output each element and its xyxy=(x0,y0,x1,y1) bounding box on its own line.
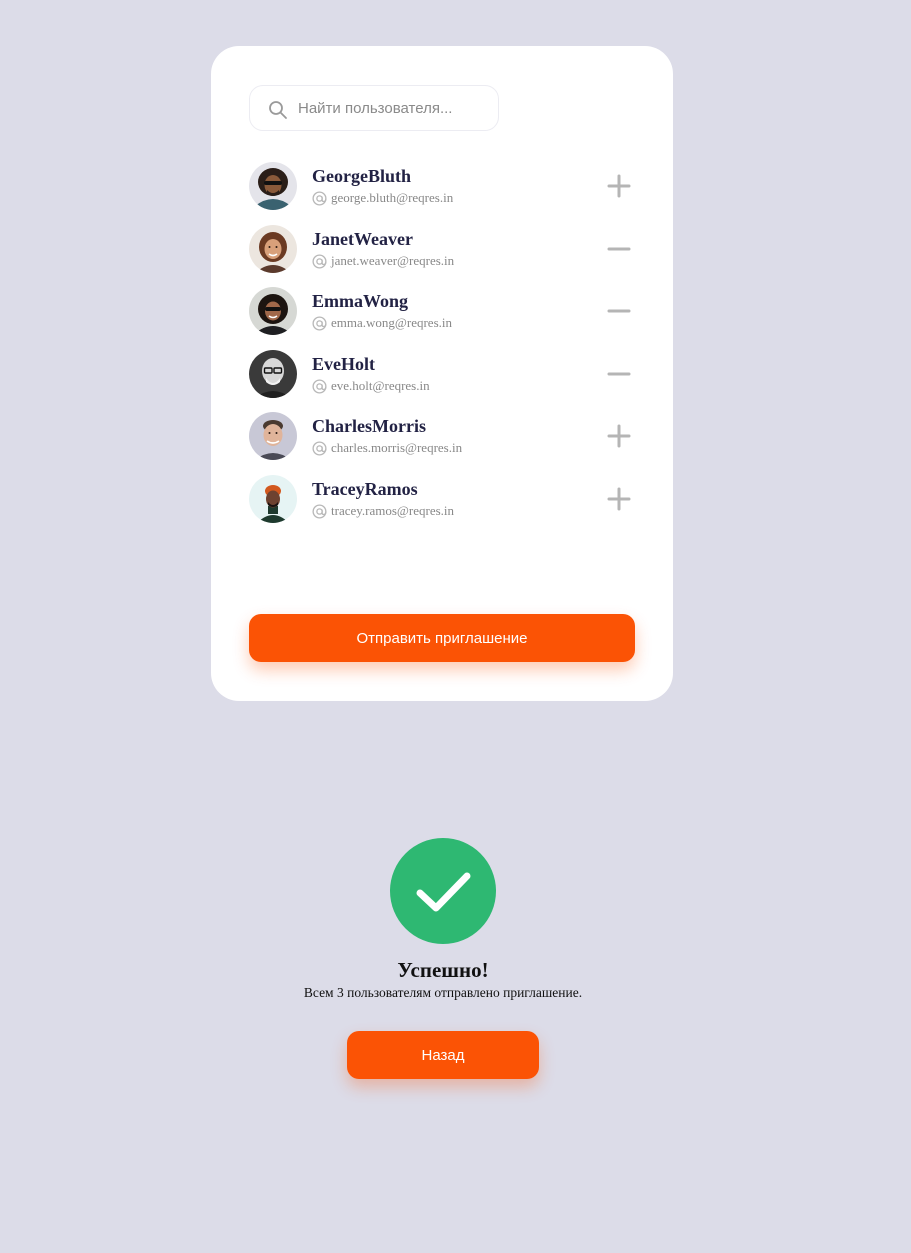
user-email: tracey.ramos@reqres.in xyxy=(331,502,455,518)
user-name: JanetWeaver xyxy=(312,228,413,249)
avatar-janet-weaver-icon xyxy=(249,224,297,273)
at-icon xyxy=(312,441,327,456)
user-row: JanetWeaver janet.weaver@reqres.in xyxy=(249,224,639,273)
avatar xyxy=(249,287,297,335)
remove-user-button[interactable] xyxy=(607,362,631,386)
success-title: Успешно! xyxy=(397,958,489,982)
avatar-charles-morris-icon xyxy=(249,412,297,460)
user-email: george.bluth@reqres.in xyxy=(331,190,454,205)
at-icon xyxy=(312,191,327,206)
user-email: eve.holt@reqres.in xyxy=(331,377,430,393)
user-row: EmmaWong emma.wong@reqres.in xyxy=(249,287,639,335)
search-input[interactable] xyxy=(298,86,488,130)
user-row: EveHolt eve.holt@reqres.in xyxy=(249,349,639,398)
avatar xyxy=(249,349,297,398)
user-name: TraceyRamos xyxy=(312,478,418,499)
add-user-button[interactable] xyxy=(607,487,631,511)
success-message: Всем 3 пользователям отправлено приглаше… xyxy=(303,985,583,1000)
user-email: janet.weaver@reqres.in xyxy=(331,252,455,268)
avatar xyxy=(249,412,297,460)
avatar xyxy=(249,224,297,273)
invite-card: GeorgeBluth george.bluth@reqres.in xyxy=(211,46,673,701)
user-name: CharlesMorris xyxy=(312,416,426,436)
back-button[interactable]: Назад xyxy=(347,1031,539,1079)
user-name: EmmaWong xyxy=(312,291,409,311)
remove-user-button[interactable] xyxy=(607,299,631,323)
avatar xyxy=(249,162,297,210)
avatar-tracey-ramos-icon xyxy=(249,474,297,523)
avatar-eve-holt-icon xyxy=(249,349,297,398)
checkmark-icon xyxy=(390,838,496,944)
add-user-button[interactable] xyxy=(607,174,631,198)
user-row: TraceyRamos tracey.ramos@reqres.in xyxy=(249,474,639,523)
avatar-emma-wong-icon xyxy=(249,287,297,335)
at-icon xyxy=(312,316,327,331)
user-name: GeorgeBluth xyxy=(312,166,411,186)
search-icon xyxy=(269,101,287,119)
user-email: emma.wong@reqres.in xyxy=(331,315,452,330)
at-icon xyxy=(312,253,327,269)
avatar-george-bluth-icon xyxy=(249,162,297,210)
at-icon xyxy=(312,503,327,519)
search-box[interactable] xyxy=(249,85,499,131)
user-email: charles.morris@reqres.in xyxy=(331,440,463,455)
user-list: GeorgeBluth george.bluth@reqres.in Janet… xyxy=(249,162,639,537)
user-name: EveHolt xyxy=(312,353,375,374)
user-row: CharlesMorris charles.morris@reqres.in xyxy=(249,412,639,460)
send-invite-button[interactable]: Отправить приглашение xyxy=(249,614,635,662)
avatar xyxy=(249,474,297,523)
user-row: GeorgeBluth george.bluth@reqres.in xyxy=(249,162,639,210)
add-user-button[interactable] xyxy=(607,424,631,448)
remove-user-button[interactable] xyxy=(607,237,631,261)
at-icon xyxy=(312,378,327,394)
